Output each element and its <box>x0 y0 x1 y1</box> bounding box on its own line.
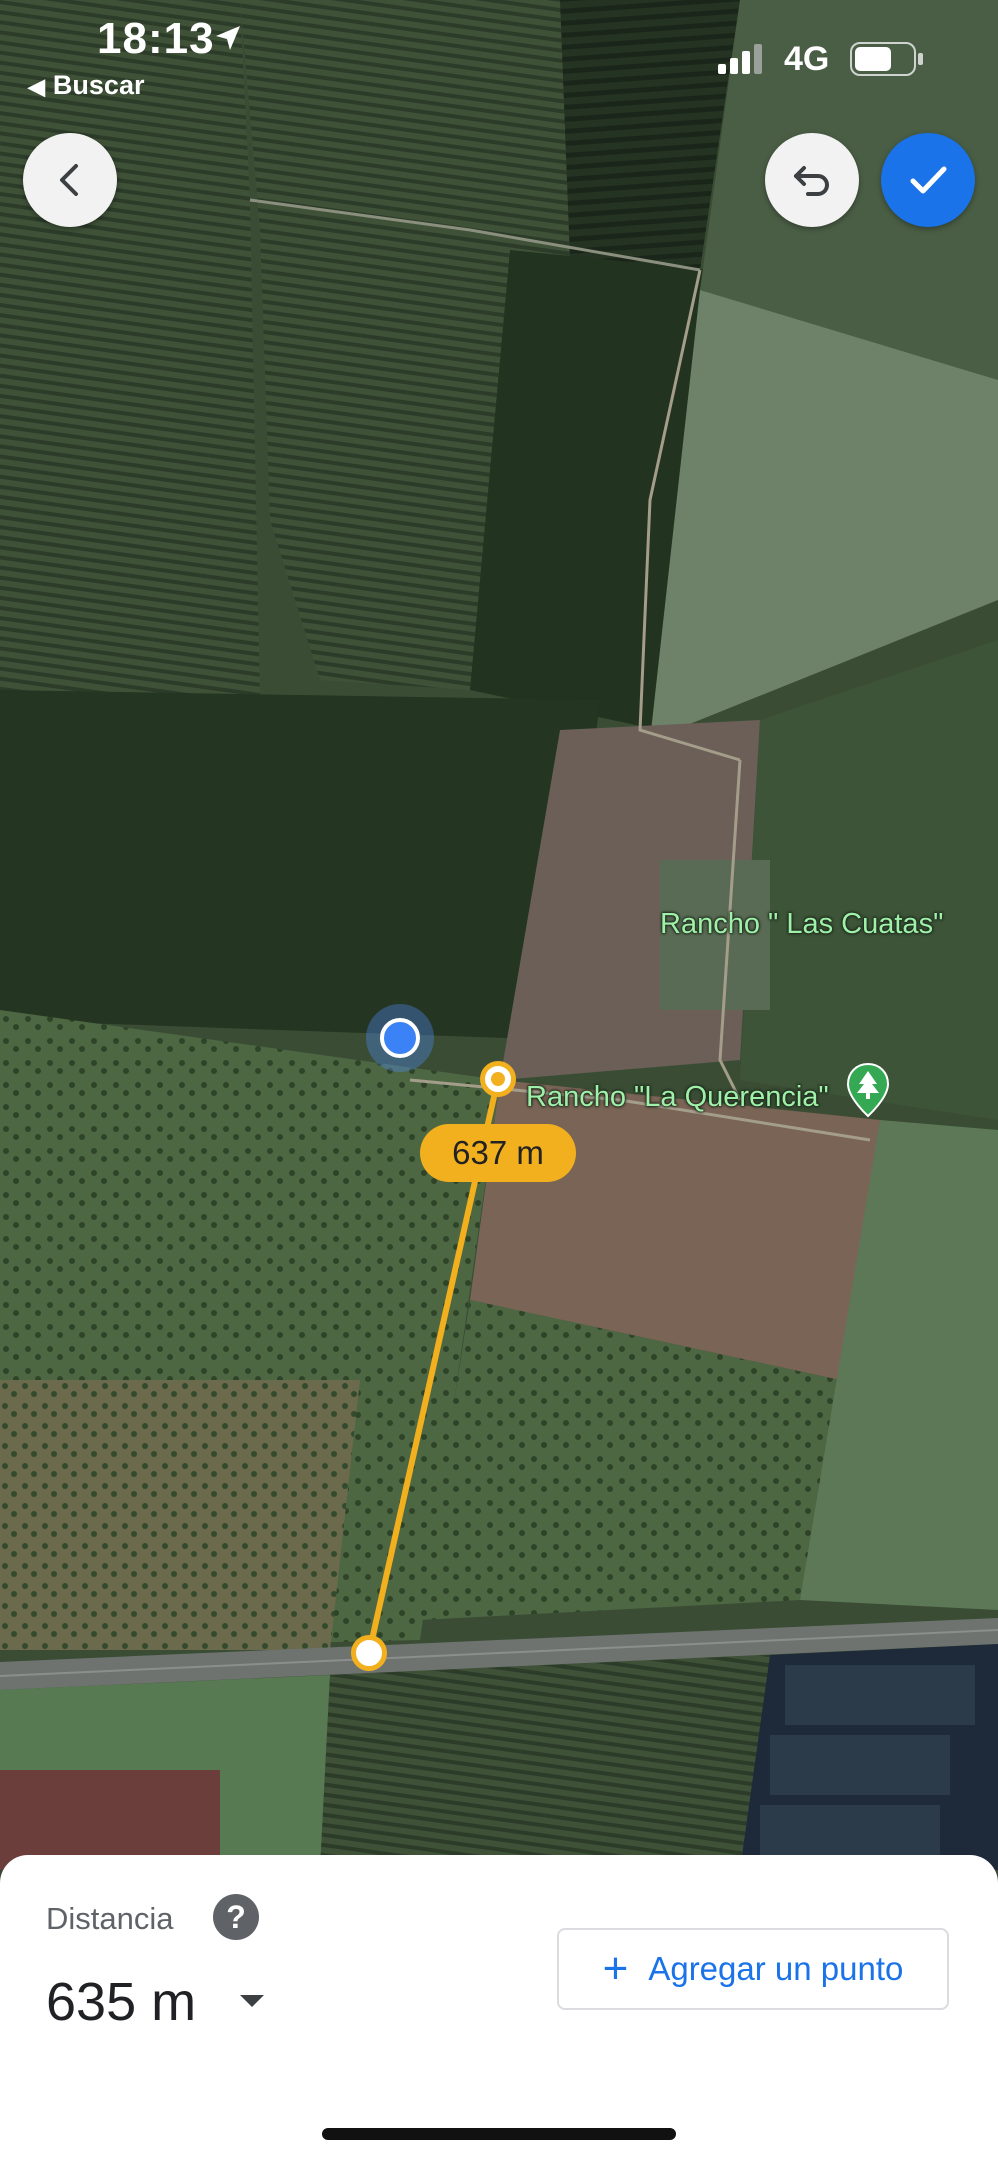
add-point-label: Agregar un punto <box>648 1950 904 1987</box>
home-indicator[interactable] <box>322 2128 676 2140</box>
segment-distance-chip: 637 m <box>420 1124 576 1182</box>
status-time: 18:13 <box>97 14 215 63</box>
check-icon <box>910 166 947 194</box>
help-button[interactable]: ? <box>213 1894 259 1940</box>
undo-button[interactable] <box>765 133 859 227</box>
total-distance-value: 635 m <box>46 1972 197 2032</box>
plus-icon: + <box>602 1944 629 1993</box>
distance-label: Distancia <box>46 1901 174 1936</box>
measure-point-end[interactable] <box>480 1061 516 1097</box>
location-arrow-icon <box>216 26 240 50</box>
network-type: 4G <box>784 40 830 78</box>
place-label-las-cuatas[interactable]: Rancho " Las Cuatas" <box>660 908 943 941</box>
back-button[interactable] <box>23 133 117 227</box>
place-label-la-querencia[interactable]: Rancho "La Querencia" <box>526 1081 829 1114</box>
question-mark-icon: ? <box>226 1898 246 1935</box>
back-app-label: Buscar <box>52 70 145 100</box>
back-triangle-icon: ◀ <box>28 74 45 99</box>
measure-point-start[interactable] <box>351 1635 387 1671</box>
park-tree-icon[interactable] <box>846 1062 890 1118</box>
status-bar: 18:13 ◀ Buscar 4G <box>0 0 998 110</box>
unit-dropdown-icon[interactable] <box>238 1993 266 2009</box>
signal-icon <box>718 44 762 74</box>
measure-bottom-sheet: Distancia ? 635 m + Agregar un punto <box>0 1855 998 2160</box>
done-button[interactable] <box>881 133 975 227</box>
add-point-button[interactable]: + Agregar un punto <box>557 1928 949 2010</box>
current-location-dot <box>380 1018 420 1058</box>
undo-icon <box>794 166 829 196</box>
chevron-left-icon <box>60 164 78 196</box>
battery-icon <box>850 42 923 76</box>
back-to-app-link[interactable]: ◀ Buscar <box>28 70 144 101</box>
